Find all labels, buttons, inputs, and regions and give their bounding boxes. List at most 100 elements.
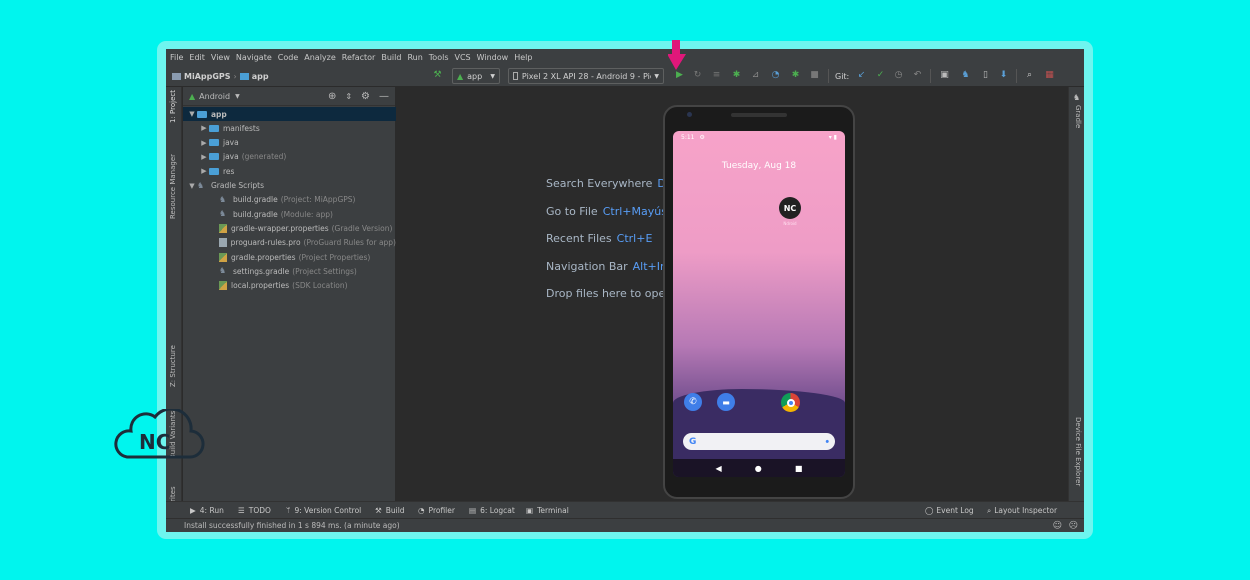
gradle-elephant-icon[interactable]: ♞ xyxy=(960,70,971,81)
tool-label: 4: Run xyxy=(199,506,224,515)
menu-file[interactable]: File xyxy=(170,53,183,62)
menu-refactor[interactable]: Refactor xyxy=(342,53,376,62)
git-commit-icon[interactable]: ✓ xyxy=(875,70,886,81)
frown-icon[interactable]: ☹ xyxy=(1069,521,1078,531)
git-update-icon[interactable]: ↙ xyxy=(856,70,867,81)
tab-gradle[interactable]: Gradle xyxy=(1074,105,1082,128)
collapse-arrow-icon[interactable]: ▶ xyxy=(199,153,209,161)
project-structure-icon[interactable]: ▣ xyxy=(939,70,950,81)
tree-item[interactable]: gradle.properties (Project Properties) xyxy=(183,250,396,264)
hint-recent-files: Recent Files Ctrl+E xyxy=(546,232,652,245)
status-bar: Install successfully finished in 1 s 894… xyxy=(166,518,1084,532)
debug-bug-icon[interactable]: ✱ xyxy=(731,70,742,81)
tab-resource-manager[interactable]: Resource Manager xyxy=(169,154,177,219)
collapse-arrow-icon[interactable]: ▶ xyxy=(199,124,209,132)
device-icon xyxy=(513,72,518,80)
folder-icon xyxy=(209,153,219,161)
menu-navigate[interactable]: Navigate xyxy=(236,53,272,62)
tool-run[interactable]: ▶ 4: Run xyxy=(190,502,224,519)
sdk-manager-icon[interactable]: ⬇ xyxy=(998,70,1009,81)
apply-changes-icon[interactable]: ↻ xyxy=(692,70,703,81)
tool-version-control[interactable]: ᛘ 9: Version Control xyxy=(286,502,361,519)
tool-layout-inspector[interactable]: ⌕ Layout Inspector xyxy=(987,502,1057,519)
menu-run[interactable]: Run xyxy=(407,53,422,62)
tree-item[interactable]: ♞ settings.gradle (Project Settings) xyxy=(183,264,396,278)
tab-project[interactable]: 1: Project xyxy=(169,90,177,123)
menu-window[interactable]: Window xyxy=(477,53,509,62)
minimize-icon[interactable]: — xyxy=(379,91,389,102)
emulator-screen[interactable]: 5:11 ⚙ ▾ ▮ Tuesday, Aug 18 NC Ndroid ✆ ▬… xyxy=(673,131,845,477)
editor-area: Search EverywhereDou Go to FileCtrl+Mayú… xyxy=(397,87,1068,501)
gradle-elephant-icon: ♞ xyxy=(219,209,227,219)
tree-item[interactable]: ▼ app xyxy=(183,107,396,121)
menu-analyze[interactable]: Analyze xyxy=(304,53,336,62)
tree-item-label: local.properties xyxy=(231,281,290,291)
collapse-arrow-icon[interactable]: ▶ xyxy=(199,167,209,175)
sync-gradle-icon[interactable]: ✱ xyxy=(790,70,801,81)
tree-item[interactable]: ▶ java (generated) xyxy=(183,150,396,164)
properties-file-icon xyxy=(219,252,227,262)
tool-logcat[interactable]: ▤ 6: Logcat xyxy=(469,502,515,519)
git-rollback-icon[interactable]: ↶ xyxy=(912,70,923,81)
tool-event-log[interactable]: ◯ Event Log xyxy=(925,502,974,519)
phone-avatar[interactable]: NC xyxy=(779,197,801,219)
breadcrumb-module[interactable]: app xyxy=(252,72,269,81)
nav-home-icon[interactable]: ● xyxy=(755,464,762,473)
settings-sync-icon[interactable]: ▦ xyxy=(1044,70,1055,81)
nav-recents-icon[interactable]: ■ xyxy=(795,464,803,473)
smile-icon[interactable]: ☺ xyxy=(1053,521,1062,531)
tree-item-label: manifests xyxy=(223,123,260,133)
tree-item-label: proguard-rules.pro xyxy=(230,238,301,248)
tree-item[interactable]: local.properties (SDK Location) xyxy=(183,279,396,293)
tab-device-file-explorer[interactable]: Device File Explorer xyxy=(1074,417,1082,486)
attach-debugger-icon[interactable]: ⊿ xyxy=(750,70,761,81)
phone-app-icon[interactable]: ✆ xyxy=(684,393,702,411)
tool-profiler[interactable]: ◔ Profiler xyxy=(418,502,455,519)
menu-edit[interactable]: Edit xyxy=(189,53,205,62)
tree-item[interactable]: proguard-rules.pro (ProGuard Rules for ap… xyxy=(183,236,396,250)
chrome-app-icon[interactable] xyxy=(781,393,800,412)
tree-item[interactable]: ▼ ♞ Gradle Scripts xyxy=(183,179,396,193)
google-search-bar[interactable]: G ⦁ xyxy=(683,433,835,450)
tab-structure[interactable]: Z: Structure xyxy=(169,345,177,387)
mic-icon[interactable]: ⦁ xyxy=(826,437,830,446)
search-icon[interactable]: ⌕ xyxy=(1024,70,1035,81)
android-studio-window: File Edit View Navigate Code Analyze Ref… xyxy=(166,49,1084,532)
gear-icon[interactable]: ⚙ xyxy=(361,91,370,102)
menu-vcs[interactable]: VCS xyxy=(455,53,471,62)
tree-item[interactable]: ▶ java xyxy=(183,136,396,150)
run-play-icon[interactable]: ▶ xyxy=(674,70,685,81)
menu-build[interactable]: Build xyxy=(381,53,401,62)
menu-tools[interactable]: Tools xyxy=(429,53,449,62)
make-hammer-icon[interactable]: ⚒ xyxy=(432,70,443,81)
device-select[interactable]: Pixel 2 XL API 28 - Android 9 - Pie ▼ xyxy=(508,68,664,84)
expand-arrow-icon[interactable]: ▼ xyxy=(187,110,197,118)
apply-code-changes-icon[interactable]: ≡ xyxy=(711,70,722,81)
run-config-select[interactable]: ▲ app ▼ xyxy=(452,68,500,84)
tree-item[interactable]: ▶ res xyxy=(183,164,396,178)
tree-item[interactable]: ▶ manifests xyxy=(183,121,396,135)
tree-item[interactable]: ♞ build.gradle (Module: app) xyxy=(183,207,396,221)
tool-build[interactable]: ⚒ Build xyxy=(375,502,405,519)
messages-app-icon[interactable]: ▬ xyxy=(717,393,735,411)
collapse-all-icon[interactable]: ⇕ xyxy=(345,92,352,101)
hint-label: Navigation Bar xyxy=(546,260,628,273)
nav-back-icon[interactable]: ◀ xyxy=(716,464,722,473)
stop-icon[interactable]: ■ xyxy=(809,70,820,81)
tool-terminal[interactable]: ▣ Terminal xyxy=(526,502,569,519)
git-history-icon[interactable]: ◷ xyxy=(893,70,904,81)
avd-manager-icon[interactable]: ▯ xyxy=(980,70,991,81)
collapse-arrow-icon[interactable]: ▶ xyxy=(199,139,209,147)
profile-icon[interactable]: ◔ xyxy=(770,70,781,81)
menu-help[interactable]: Help xyxy=(514,53,532,62)
breadcrumb-project[interactable]: MiAppGPS xyxy=(184,72,231,81)
expand-arrow-icon[interactable]: ▼ xyxy=(187,182,197,190)
menu-code[interactable]: Code xyxy=(278,53,298,62)
tree-item[interactable]: ♞ build.gradle (Project: MiAppGPS) xyxy=(183,193,396,207)
chevron-down-icon: ▼ xyxy=(490,72,495,80)
menu-view[interactable]: View xyxy=(211,53,230,62)
tree-item[interactable]: gradle-wrapper.properties (Gradle Version… xyxy=(183,221,396,235)
locate-target-icon[interactable]: ⊕ xyxy=(328,91,336,102)
tool-todo[interactable]: ☰ TODO xyxy=(238,502,271,519)
project-view-select[interactable]: Android xyxy=(199,92,230,101)
